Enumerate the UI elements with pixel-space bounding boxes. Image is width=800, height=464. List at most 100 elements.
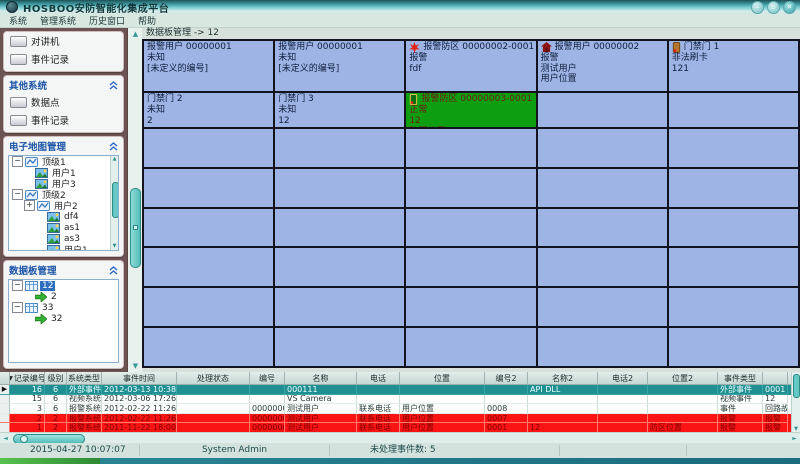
table-cell[interactable]: 2 [45, 423, 67, 432]
column-header[interactable]: 编号2 [485, 372, 528, 384]
scroll-down-icon[interactable]: ▼ [111, 243, 118, 250]
grid-cell[interactable] [406, 248, 535, 286]
table-cell[interactable]: 2 [10, 414, 45, 424]
column-header[interactable]: ▼记录编号 [10, 372, 45, 384]
table-cell[interactable]: 00000003 [250, 423, 285, 432]
collapse-icon[interactable] [109, 266, 118, 275]
tree-node[interactable]: 用户1 [9, 244, 118, 251]
column-header[interactable]: 级别 [45, 372, 67, 384]
grid-cell[interactable]: 报警用户 00000002报警测试用户用户位置 [538, 41, 667, 91]
grid-cell[interactable] [144, 169, 273, 207]
table-cell[interactable] [648, 395, 718, 405]
sidebar-item[interactable]: 对讲机 [4, 32, 123, 50]
table-cell[interactable]: 防区位置 [648, 423, 718, 432]
table-cell[interactable]: 联系电话 [357, 404, 400, 414]
sidebar-item[interactable]: 事件记录 [4, 111, 123, 129]
table-cell[interactable]: 用户位置 [400, 404, 485, 414]
table-cell[interactable]: 2 [45, 414, 67, 424]
grid-cell[interactable]: 门禁门 2未知2 [144, 93, 273, 127]
maximize-button[interactable]: ▫ [767, 1, 780, 14]
column-header[interactable]: 名称 [285, 372, 357, 384]
table-cell[interactable] [648, 385, 718, 395]
column-header[interactable]: 电话 [357, 372, 400, 384]
table-cell[interactable] [250, 385, 285, 395]
grid-cell[interactable] [144, 209, 273, 247]
minimize-button[interactable]: – [751, 1, 764, 14]
table-cell[interactable]: 外部事件 [718, 385, 763, 395]
table-cell[interactable]: 联系电话 [357, 414, 400, 424]
grid-cell[interactable] [538, 129, 667, 167]
table-cell[interactable]: 测试用户 [285, 404, 357, 414]
grid-cell[interactable] [406, 288, 535, 326]
grid-cell[interactable]: 门禁门 3未知12 [275, 93, 404, 127]
table-cell[interactable] [357, 385, 400, 395]
panel-header[interactable]: 数据板管理 [4, 261, 123, 278]
grid-cell[interactable] [406, 209, 535, 247]
tree-node[interactable]: −33 [9, 302, 118, 313]
table-cell[interactable] [598, 423, 648, 432]
tree-node[interactable]: as1 [9, 222, 118, 233]
grid-cell[interactable] [144, 288, 273, 326]
table-cell[interactable] [598, 414, 648, 424]
column-header[interactable]: 位置2 [648, 372, 718, 384]
table-cell[interactable] [177, 423, 250, 432]
grid-cell[interactable] [144, 328, 273, 366]
grid-cell[interactable] [406, 169, 535, 207]
grid-cell[interactable] [275, 209, 404, 247]
table-cell[interactable]: 12 [763, 395, 788, 405]
table-cell[interactable]: 报警 [718, 414, 763, 424]
column-header[interactable]: 处理状态 [177, 372, 250, 384]
table-row[interactable]: 156视频系统2012-03-06 17:26:34VS Camera视频事件1… [0, 395, 800, 405]
grid-cell[interactable] [538, 248, 667, 286]
table-cell[interactable] [485, 385, 528, 395]
grid-cell[interactable] [669, 209, 798, 247]
menu-item[interactable]: 系统 [9, 14, 27, 27]
table-cell[interactable] [400, 385, 485, 395]
table-cell[interactable] [250, 395, 285, 405]
scrollbar-thumb[interactable] [130, 188, 141, 268]
column-header[interactable]: 电话2 [598, 372, 648, 384]
table-cell[interactable]: 视频事件 [718, 395, 763, 405]
grid-cell[interactable] [406, 328, 535, 366]
table-cell[interactable]: API DLL [528, 385, 598, 395]
table-cell[interactable] [177, 385, 250, 395]
grid-cell[interactable]: 报警防区 00000003-0001正常12防区位置 [406, 93, 535, 127]
collapse-minus-icon[interactable]: − [12, 280, 23, 291]
table-cell[interactable]: 测试用户 [285, 414, 357, 424]
table-cell[interactable]: 外部事件 [67, 385, 102, 395]
grid-cell[interactable] [275, 288, 404, 326]
table-cell[interactable] [598, 385, 648, 395]
tree-node[interactable]: 32 [9, 313, 118, 324]
menu-item[interactable]: 帮助 [138, 14, 156, 27]
grid-cell[interactable] [275, 328, 404, 366]
grid-cell[interactable] [669, 169, 798, 207]
table-cell[interactable] [648, 404, 718, 414]
menu-item[interactable]: 管理系统 [40, 14, 76, 27]
grid-cell[interactable] [538, 209, 667, 247]
table-cell[interactable]: 报警 [763, 414, 788, 424]
table-cell[interactable]: 报警系统 [67, 414, 102, 424]
grid-cell[interactable] [144, 129, 273, 167]
column-header[interactable]: 事件时间 [102, 372, 177, 384]
table-cell[interactable] [177, 395, 250, 405]
tree-node[interactable]: −12 [9, 280, 118, 291]
grid-cell[interactable] [669, 288, 798, 326]
table-cell[interactable] [357, 395, 400, 405]
table-cell[interactable]: 测试用户 [285, 423, 357, 432]
scrollbar-thumb[interactable] [793, 374, 800, 398]
grid-cell[interactable] [144, 248, 273, 286]
column-header[interactable]: 位置 [400, 372, 485, 384]
collapse-icon[interactable] [109, 142, 118, 151]
grid-cell[interactable]: 报警防区 00000002-0001报警fdf [406, 41, 535, 91]
sidebar-item[interactable]: 数据点 [4, 93, 123, 111]
table-cell[interactable] [177, 404, 250, 414]
scroll-up-icon[interactable]: ▲ [128, 30, 143, 38]
panel-header[interactable]: 其他系统 [4, 76, 123, 93]
table-cell[interactable] [598, 404, 648, 414]
table-row[interactable]: 22报警系统2012-02-22 11:26:0200000002测试用户联系电… [0, 414, 800, 424]
panel-header[interactable]: 电子地图管理 [4, 137, 123, 154]
table-cell[interactable]: 报警系统 [67, 404, 102, 414]
table-cell[interactable]: 6 [45, 404, 67, 414]
scroll-up-icon[interactable]: ▲ [111, 156, 118, 163]
table-row[interactable]: 36报警系统2012-02-22 11:26:0200000002测试用户联系电… [0, 404, 800, 414]
